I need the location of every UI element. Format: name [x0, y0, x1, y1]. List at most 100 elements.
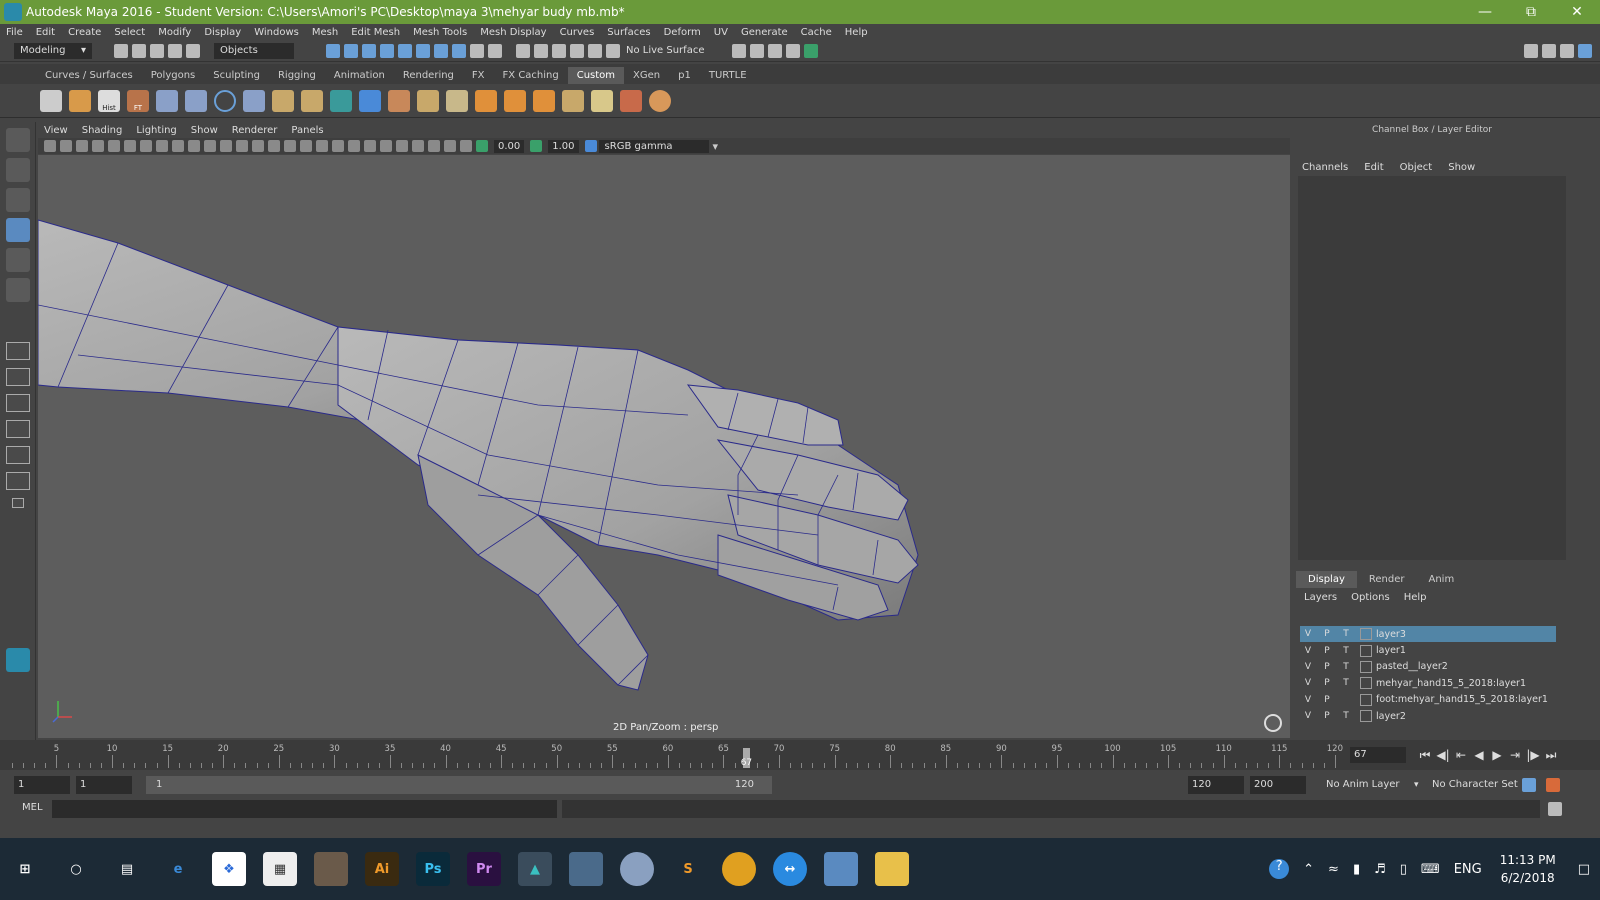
snap-point-icon[interactable]	[552, 43, 566, 58]
select-by-component-icon[interactable]	[362, 43, 376, 58]
tab-turtle[interactable]: TURTLE	[700, 67, 756, 84]
tab-rigging[interactable]: Rigging	[269, 67, 325, 84]
menu-file[interactable]: File	[6, 27, 23, 38]
gamma-icon[interactable]	[530, 140, 543, 152]
le-menu-layers[interactable]: Layers	[1304, 592, 1337, 603]
chevron-up-icon[interactable]: ⌃	[1303, 862, 1314, 877]
layer-row[interactable]: V P T layer1	[1300, 642, 1556, 658]
close-icon[interactable]: ✕	[1554, 0, 1600, 24]
tab-custom[interactable]: Custom	[567, 67, 625, 84]
single-perspective-layout-icon[interactable]	[5, 342, 30, 360]
save-scene-icon[interactable]	[150, 43, 164, 58]
character-set-dropdown[interactable]: No Character Set	[1432, 776, 1518, 794]
face-mask-icon[interactable]	[416, 43, 430, 58]
gate-mask-icon[interactable]	[188, 140, 200, 152]
ambient-occlusion-icon[interactable]	[348, 140, 360, 152]
textured-icon[interactable]	[300, 140, 312, 152]
shelf-layout-icon[interactable]	[40, 89, 62, 112]
layer-row[interactable]: V P T layer2	[1300, 708, 1556, 724]
use-all-lights-icon[interactable]	[316, 140, 328, 152]
xray-joints-icon[interactable]	[444, 140, 456, 152]
resolution-gate-icon[interactable]	[172, 140, 184, 152]
cb-menu-channels[interactable]: Channels	[1302, 162, 1348, 173]
windows-start-icon[interactable]: ⊞	[8, 852, 42, 886]
select-tool-icon[interactable]	[5, 128, 30, 152]
tab-curves-surfaces[interactable]: Curves / Surfaces	[36, 67, 142, 84]
move-tool-icon[interactable]	[5, 218, 30, 242]
step-forward-key-icon[interactable]: |▶	[1524, 746, 1542, 764]
tab-fx[interactable]: FX	[463, 67, 494, 84]
battery-icon[interactable]: ▮	[1353, 862, 1360, 877]
volume-icon[interactable]: ♬	[1374, 862, 1386, 877]
cb-menu-show[interactable]: Show	[1448, 162, 1475, 173]
hypershade-icon[interactable]	[804, 43, 819, 58]
globe-app-icon[interactable]	[620, 852, 654, 886]
menu-mesh-tools[interactable]: Mesh Tools	[413, 27, 467, 38]
sphere-tool-icon[interactable]	[649, 89, 671, 112]
panel-menu-view[interactable]: View	[44, 125, 68, 136]
tab-rendering[interactable]: Rendering	[394, 67, 463, 84]
xray-components-icon[interactable]	[460, 140, 472, 152]
rotate-tool-icon[interactable]	[5, 248, 30, 272]
four-view-layout-icon[interactable]	[5, 368, 30, 386]
layer-color-swatch[interactable]	[1360, 710, 1372, 723]
antialiasing-icon[interactable]	[380, 140, 392, 152]
animation-start-field[interactable]: 1	[14, 776, 70, 794]
animation-end-field[interactable]: 200	[1250, 776, 1306, 794]
usb-icon[interactable]: ▯	[1400, 862, 1407, 877]
undo-icon[interactable]	[168, 43, 182, 58]
open-scene-icon[interactable]	[132, 43, 146, 58]
render-settings-icon[interactable]	[786, 43, 801, 58]
step-forward-frame-icon[interactable]: ⇥	[1506, 746, 1524, 764]
template-toggle[interactable]: T	[1338, 678, 1354, 688]
panel-menu-renderer[interactable]: Renderer	[232, 125, 278, 136]
layer-row[interactable]: V P T layer3	[1300, 626, 1556, 643]
playback-toggle[interactable]: P	[1319, 646, 1335, 656]
maya-taskbar-icon[interactable]: ▲	[518, 852, 552, 886]
menu-cache[interactable]: Cache	[801, 27, 832, 38]
modeling-toolkit-icon[interactable]	[1524, 43, 1538, 58]
misc-mask-icon[interactable]	[452, 43, 466, 58]
scale-tool-icon[interactable]	[5, 278, 30, 302]
menu-generate[interactable]: Generate	[741, 27, 788, 38]
motion-blur-icon[interactable]	[364, 140, 376, 152]
edge-loop-icon[interactable]	[185, 89, 207, 112]
panel-menu-lighting[interactable]: Lighting	[136, 125, 176, 136]
premiere-icon[interactable]: Pr	[467, 852, 501, 886]
smooth-shade-icon[interactable]	[268, 140, 280, 152]
play-backward-icon[interactable]: ◀	[1470, 746, 1488, 764]
auto-key-icon[interactable]	[1522, 778, 1536, 792]
play-forward-icon[interactable]: ▶	[1488, 746, 1506, 764]
illustrator-icon[interactable]: Ai	[365, 852, 399, 886]
maya-help-icon[interactable]	[5, 648, 30, 672]
camera-attributes-icon[interactable]	[60, 140, 72, 152]
menu-mesh-display[interactable]: Mesh Display	[480, 27, 546, 38]
layer-color-swatch[interactable]	[1360, 693, 1372, 706]
script-editor-icon[interactable]	[1548, 802, 1562, 816]
template-toggle[interactable]: T	[1338, 629, 1354, 639]
current-frame-field[interactable]: 67	[1350, 747, 1406, 763]
menu-select[interactable]: Select	[114, 27, 145, 38]
step-back-key-icon[interactable]: ◀|	[1434, 746, 1452, 764]
sculpt-tool-icon[interactable]	[272, 89, 294, 112]
lock-icon[interactable]	[470, 43, 484, 58]
selection-mode-dropdown[interactable]: Objects	[214, 42, 294, 59]
nurbs-circle-icon[interactable]	[214, 89, 236, 112]
isolate-select-icon[interactable]	[412, 140, 424, 152]
mirror-icon[interactable]	[301, 89, 323, 112]
notification-icon[interactable]: □	[1578, 862, 1590, 877]
2d-pan-zoom-icon[interactable]	[108, 140, 120, 152]
chevron-down-icon[interactable]: ▾	[713, 140, 719, 153]
panel-menu-show[interactable]: Show	[191, 125, 218, 136]
tab-anim[interactable]: Anim	[1416, 571, 1466, 588]
visibility-toggle[interactable]: V	[1300, 629, 1316, 639]
visibility-toggle[interactable]: V	[1300, 695, 1316, 705]
step-back-frame-icon[interactable]: ⇤	[1452, 746, 1470, 764]
tab-display[interactable]: Display	[1296, 571, 1357, 588]
boot-icon[interactable]	[504, 89, 526, 112]
photoshop-icon[interactable]: Ps	[416, 852, 450, 886]
snap-view-icon[interactable]	[570, 43, 584, 58]
dropbox-icon[interactable]: ❖	[212, 852, 246, 886]
gamma-field[interactable]: 1.00	[548, 139, 579, 153]
separate-icon[interactable]	[562, 89, 584, 112]
